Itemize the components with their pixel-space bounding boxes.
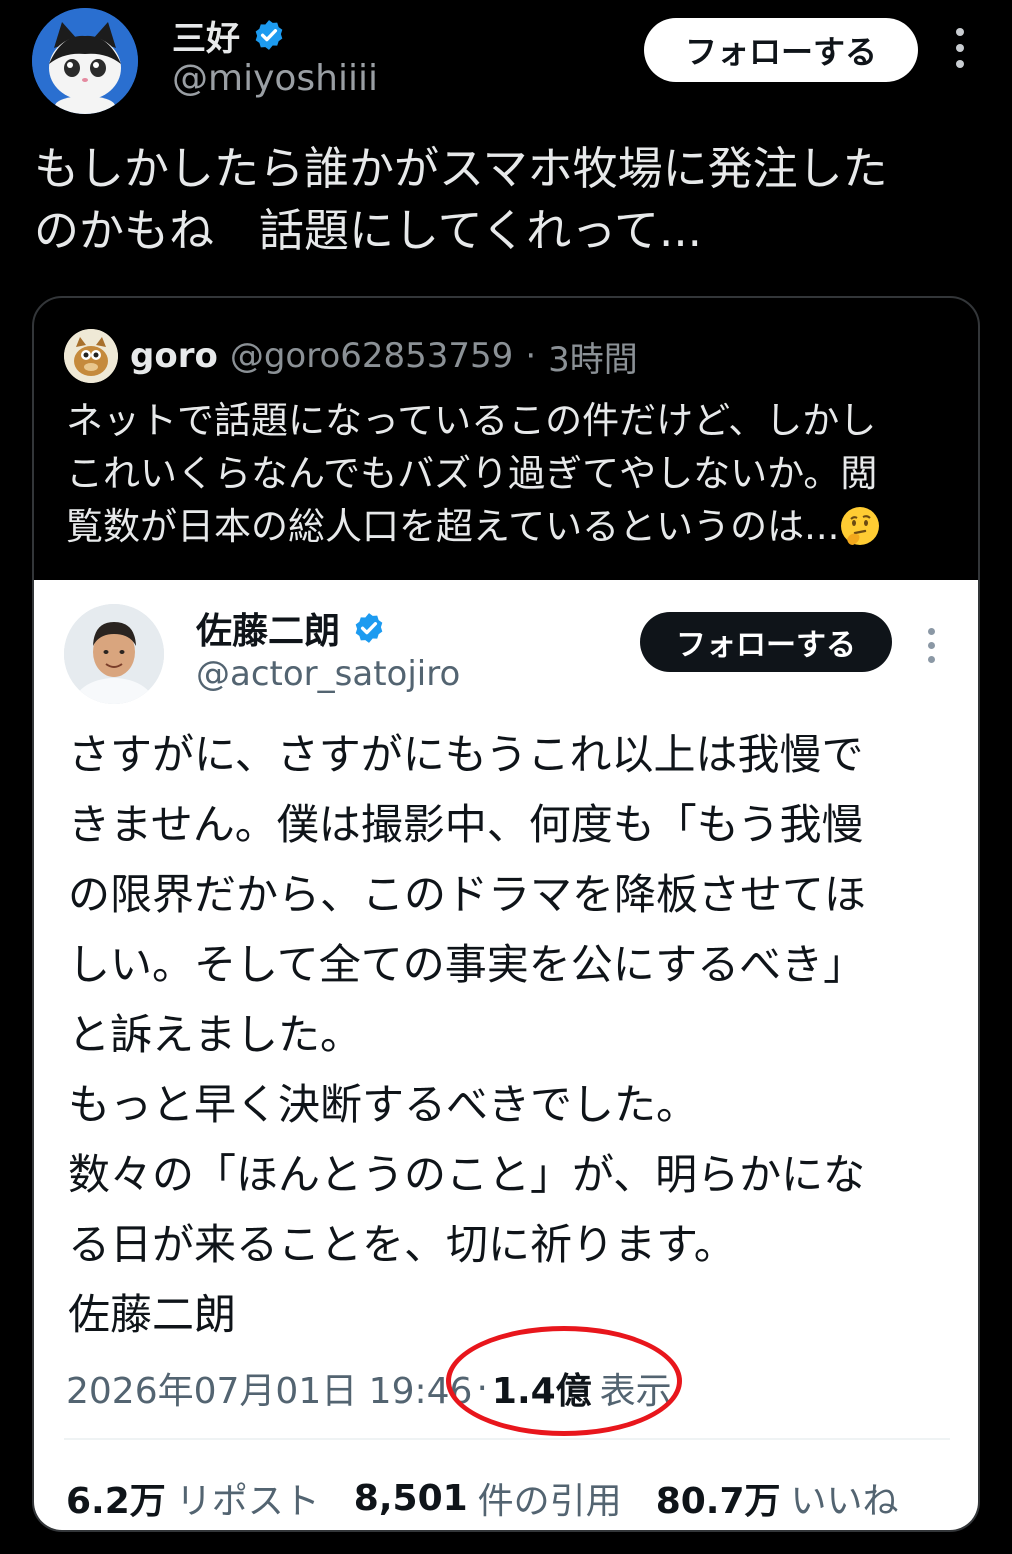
author-name-row: 三好: [172, 10, 286, 60]
reposts-stat[interactable]: 6.2万 リポスト: [66, 1472, 320, 1524]
quoted-post-header: goro @goro62853759 · 3時間: [64, 328, 638, 384]
quoted-author-name[interactable]: goro: [130, 336, 218, 376]
likes-label: いいね: [790, 1481, 899, 1522]
separator-dot: ·: [525, 336, 537, 376]
quotes-label: 件の引用: [477, 1481, 622, 1522]
quotes-stat[interactable]: 8,501 件の引用: [354, 1472, 622, 1524]
embedded-avatar[interactable]: [64, 604, 164, 704]
quoted-avatar[interactable]: [64, 329, 118, 383]
avatar[interactable]: [32, 8, 138, 114]
likes-count: 80.7万: [655, 1481, 781, 1522]
post-timestamp[interactable]: 2026年07月01日 19:46: [66, 1362, 472, 1414]
verified-badge-icon: [255, 20, 283, 50]
embedded-post-text: さすがに、さすがにもうこれ以上は我慢で きません。僕は撮影中、何度も「もう我慢 …: [68, 730, 867, 1339]
reposts-label: リポスト: [175, 1481, 320, 1522]
more-options-icon[interactable]: [948, 28, 972, 72]
quotes-count: 8,501: [353, 1477, 468, 1519]
divider: [64, 1438, 950, 1440]
screenshot-page: 三好 @miyoshiiii フォローする もしかしたら誰かがスマホ牧場に発注し…: [0, 0, 1012, 1554]
engagement-stats: 6.2万 リポスト 8,501 件の引用 80.7万 いいね: [66, 1470, 933, 1526]
more-options-icon[interactable]: [920, 628, 942, 668]
quoted-author-handle[interactable]: @goro62853759: [230, 336, 513, 376]
follow-button[interactable]: フォローする: [644, 18, 918, 82]
quoted-post-text: ネットで話題になっているこの件だけど、しかし これいくらなんでもバズり過ぎてやし…: [66, 394, 956, 553]
reposts-count: 6.2万: [66, 1481, 166, 1522]
likes-stat[interactable]: 80.7万 いいね: [656, 1472, 899, 1524]
author-handle[interactable]: @miyoshiiii: [172, 58, 378, 99]
embedded-follow-button[interactable]: フォローする: [640, 612, 892, 672]
embedded-name-row: 佐藤二朗: [196, 602, 386, 654]
embedded-author-handle[interactable]: @actor_satojiro: [196, 654, 460, 694]
author-name[interactable]: 三好: [172, 11, 240, 60]
quoted-post-body: ネットで話題になっているこの件だけど、しかし これいくらなんでもバズり過ぎてやし…: [66, 399, 878, 548]
verified-badge-icon: [355, 613, 383, 643]
quoted-post-time[interactable]: 3時間: [548, 332, 638, 381]
thinking-face-icon: [841, 507, 880, 545]
highlight-circle: [446, 1326, 682, 1436]
post-text: もしかしたら誰かがスマホ牧場に発注した のかもね 話題にしてくれって...: [34, 142, 888, 257]
embedded-author-name[interactable]: 佐藤二朗: [196, 602, 340, 654]
